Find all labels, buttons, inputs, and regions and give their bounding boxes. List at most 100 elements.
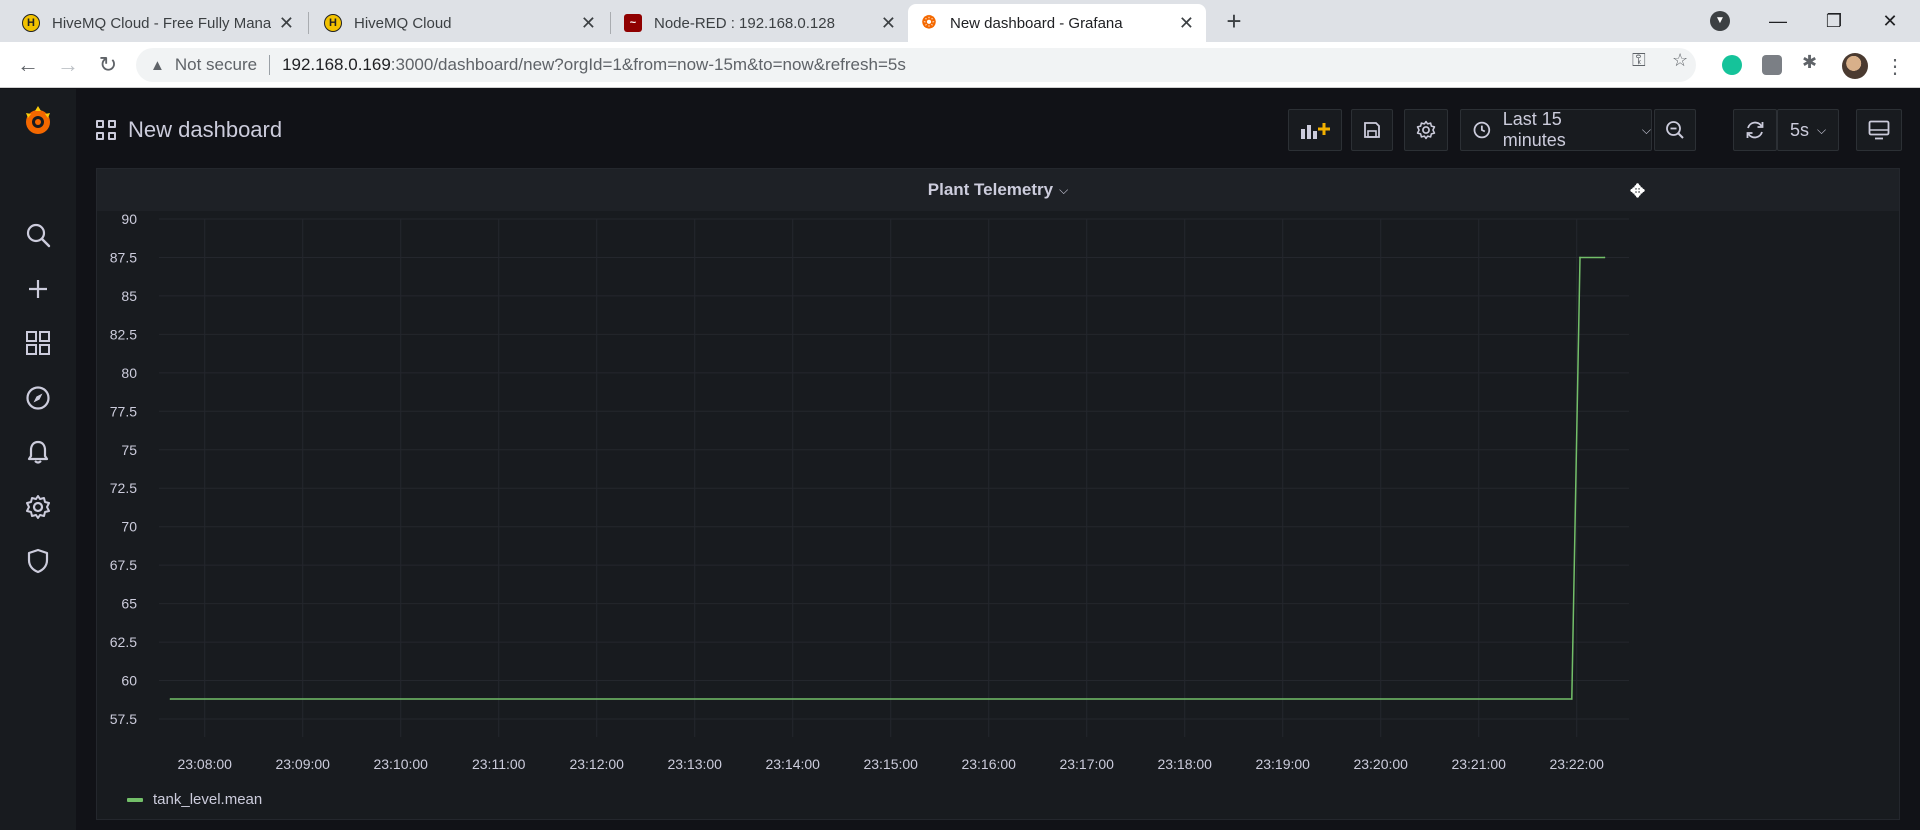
x-tick-label: 23:14:00	[765, 756, 820, 769]
time-range-label: Last 15 minutes	[1502, 109, 1566, 150]
forward-icon[interactable]: →	[54, 51, 82, 79]
configuration-gear-icon[interactable]	[22, 491, 54, 523]
dashboard-title-text: New dashboard	[128, 117, 283, 142]
search-icon[interactable]	[22, 219, 54, 251]
y-tick-label: 72.5	[110, 480, 137, 496]
browser-tab-hivemq-free[interactable]: H HiveMQ Cloud - Free Fully Mana ✕	[10, 4, 306, 42]
close-window-icon[interactable]: ✕	[1862, 0, 1918, 42]
y-tick-label: 90	[121, 211, 137, 227]
y-tick-label: 80	[121, 365, 137, 381]
y-tick-label: 62.5	[110, 634, 137, 650]
x-tick-label: 23:15:00	[863, 756, 918, 769]
x-tick-label: 23:20:00	[1353, 756, 1408, 769]
extension-icon[interactable]	[1762, 55, 1782, 75]
chevron-down-icon: ⌵	[1816, 122, 1827, 137]
x-tick-label: 23:10:00	[373, 756, 428, 769]
timeseries-chart[interactable]: 57.5 60 62.5 65 67.5 70 72.5 75 77.5 80 82.5 85 87.5…	[97, 169, 1899, 769]
address-bar[interactable]: ▲ Not secure 192.168.0.169:3000/dashboar…	[136, 48, 1696, 82]
dashboard-title[interactable]: New dashboard	[96, 117, 282, 143]
close-tab-icon[interactable]: ✕	[581, 13, 596, 34]
grafana-icon: ❂	[921, 13, 937, 32]
add-panel-icon	[1301, 123, 1330, 139]
clock-icon	[1473, 121, 1491, 139]
x-tick-label: 23:18:00	[1157, 756, 1212, 769]
y-tick-label: 57.5	[110, 711, 137, 727]
profile-avatar[interactable]	[1842, 53, 1868, 79]
data-point	[1603, 256, 1606, 259]
refresh-interval-label: 5s	[1789, 119, 1809, 140]
tab-title: Node-RED : 192.168.0.128	[654, 14, 835, 32]
gear-icon	[1416, 120, 1436, 140]
browser-tab-node-red[interactable]: ~ Node-RED : 192.168.0.128 ✕	[612, 4, 908, 42]
y-tick-label: 85	[121, 288, 137, 304]
warning-icon[interactable]: ▲	[150, 57, 165, 74]
grafana-logo-icon[interactable]	[20, 103, 56, 139]
reload-icon[interactable]: ↻	[94, 51, 122, 79]
time-range-picker[interactable]: Last 15 minutes ⌵	[1460, 109, 1652, 151]
tab-title: HiveMQ Cloud - Free Fully Mana	[52, 14, 271, 32]
refresh-interval-picker[interactable]: 5s ⌵	[1777, 109, 1839, 151]
zoom-out-button[interactable]	[1654, 109, 1696, 151]
explore-compass-icon[interactable]	[22, 382, 54, 414]
save-icon	[1364, 122, 1380, 138]
y-tick-label: 70	[121, 519, 137, 535]
tab-title: HiveMQ Cloud	[354, 14, 452, 32]
chart-legend: tank_level.mean	[127, 791, 262, 808]
close-tab-icon[interactable]: ✕	[1179, 13, 1194, 34]
y-tick-label: 60	[121, 673, 137, 689]
dashboard-settings-button[interactable]	[1404, 109, 1448, 151]
refresh-button[interactable]	[1733, 109, 1777, 151]
close-tab-icon[interactable]: ✕	[279, 13, 294, 34]
browser-tab-grafana[interactable]: ❂ New dashboard - Grafana ✕	[908, 4, 1206, 42]
minimize-icon[interactable]: —	[1750, 0, 1806, 42]
security-label[interactable]: Not secure	[175, 55, 257, 75]
data-point	[1579, 256, 1581, 259]
alerting-bell-icon[interactable]	[22, 436, 54, 468]
x-tick-label: 23:17:00	[1059, 756, 1114, 769]
more-icon[interactable]: ⋮	[1885, 54, 1905, 79]
cycle-view-mode-button[interactable]	[1856, 109, 1902, 151]
y-tick-label: 67.5	[110, 557, 137, 573]
y-tick-label: 82.5	[110, 326, 137, 342]
y-tick-label: 87.5	[110, 249, 137, 265]
legend-series-name[interactable]: tank_level.mean	[153, 791, 262, 808]
add-panel-button[interactable]	[1288, 109, 1342, 151]
star-icon[interactable]: ☆	[1672, 50, 1688, 71]
browser-tab-strip: H HiveMQ Cloud - Free Fully Mana ✕ H Hiv…	[0, 0, 1920, 42]
legend-swatch	[127, 797, 143, 802]
series-line-tank-level[interactable]	[170, 256, 1605, 700]
tab-search-icon[interactable]: ▼	[1710, 11, 1730, 31]
key-icon[interactable]: ⚿	[1632, 50, 1646, 71]
dashboard-area: New dashboard Last 15 minutes ⌵ 5s ⌵ Pla…	[76, 89, 1920, 830]
x-tick-label: 23:16:00	[961, 756, 1016, 769]
x-tick-label: 23:09:00	[275, 756, 330, 769]
x-tick-label: 23:21:00	[1451, 756, 1506, 769]
new-tab-button[interactable]: +	[1220, 8, 1248, 36]
y-tick-label: 75	[121, 442, 137, 458]
maximize-icon[interactable]: ❐	[1806, 0, 1862, 42]
tab-title: New dashboard - Grafana	[950, 14, 1123, 32]
node-red-icon: ~	[624, 14, 642, 32]
hivemq-icon: H	[22, 14, 40, 32]
x-tick-label: 23:08:00	[177, 756, 232, 769]
x-tick-label: 23:11:00	[472, 756, 526, 769]
zoom-out-icon	[1666, 121, 1684, 139]
chevron-down-icon: ⌵	[1641, 122, 1651, 137]
grammarly-extension-icon[interactable]	[1722, 55, 1742, 75]
create-plus-icon[interactable]	[22, 273, 54, 305]
dashboards-icon[interactable]	[22, 327, 54, 359]
close-tab-icon[interactable]: ✕	[881, 13, 896, 34]
back-icon[interactable]: ←	[14, 51, 42, 79]
url-text[interactable]: 192.168.0.169:3000/dashboard/new?orgId=1…	[282, 55, 906, 75]
x-tick-label: 23:22:00	[1549, 756, 1604, 769]
x-tick-label: 23:13:00	[667, 756, 722, 769]
tv-monitor-icon	[1868, 120, 1890, 140]
browser-tab-hivemq-cloud[interactable]: H HiveMQ Cloud ✕	[312, 4, 608, 42]
x-tick-label: 23:12:00	[569, 756, 624, 769]
save-dashboard-button[interactable]	[1351, 109, 1393, 151]
url-host: 192.168.0.169	[282, 55, 391, 74]
puzzle-icon[interactable]: ✱	[1802, 52, 1817, 73]
server-admin-shield-icon[interactable]	[22, 545, 54, 577]
dashboard-grid-icon	[96, 120, 116, 140]
url-path: :3000/dashboard/new?orgId=1&from=now-15m…	[390, 55, 906, 74]
